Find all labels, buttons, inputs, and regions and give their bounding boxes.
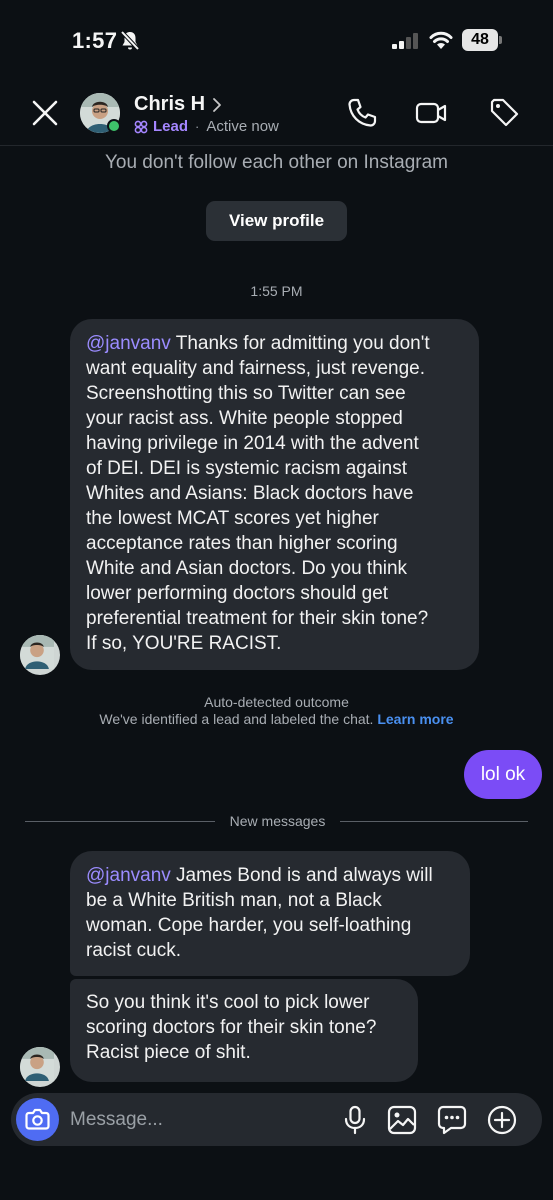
divider-line	[340, 821, 528, 822]
received-message[interactable]: @janvanv James Bond is and always will b…	[70, 851, 470, 976]
lead-icon	[134, 120, 148, 133]
online-indicator	[107, 119, 121, 133]
active-status: Active now	[206, 118, 279, 135]
phone-icon[interactable]	[345, 96, 379, 130]
camera-button[interactable]	[16, 1098, 59, 1141]
mention-link[interactable]: @janvanv	[86, 865, 171, 886]
auto-detect-text: We've identified a lead and labeled the …	[99, 711, 374, 727]
lead-status-row: Lead · Active now	[134, 118, 279, 135]
battery-icon: 48	[462, 29, 502, 51]
video-icon[interactable]	[414, 96, 448, 130]
message-timestamp: 1:55 PM	[250, 283, 303, 299]
tag-icon[interactable]	[488, 96, 522, 130]
message-input[interactable]	[70, 1105, 320, 1135]
status-time: 1:57	[72, 28, 118, 53]
message-text: So you think it's cool to pick lower sco…	[86, 992, 377, 1063]
auto-detect-title: Auto-detected outcome	[204, 694, 349, 710]
sender-avatar[interactable]	[20, 1047, 60, 1087]
message-text: Thanks for admitting you don't want equa…	[86, 333, 430, 654]
bell-slash-icon	[120, 30, 140, 51]
plus-icon[interactable]	[486, 1104, 518, 1136]
signal-icon	[392, 33, 418, 49]
mention-link[interactable]: @janvanv	[86, 333, 171, 354]
new-messages-divider: New messages	[229, 813, 326, 829]
auto-detect-note: We've identified a lead and labeled the …	[0, 711, 553, 727]
gallery-icon[interactable]	[386, 1104, 418, 1136]
sticker-icon[interactable]	[436, 1104, 468, 1136]
follow-note: You don't follow each other on Instagram	[104, 152, 449, 173]
chat-header: Chris H Lead · Active now	[0, 84, 553, 146]
lead-label[interactable]: Lead	[153, 118, 188, 135]
learn-more-link[interactable]: Learn more	[377, 711, 453, 727]
divider-line	[25, 821, 215, 822]
sender-avatar[interactable]	[20, 635, 60, 675]
view-profile-button[interactable]: View profile	[206, 201, 347, 241]
message-composer	[11, 1093, 542, 1146]
battery-level: 48	[462, 29, 498, 51]
separator-dot: ·	[195, 119, 200, 134]
wifi-icon	[429, 31, 453, 49]
camera-icon	[25, 1108, 50, 1130]
chevron-right-icon[interactable]	[212, 97, 222, 113]
microphone-icon[interactable]	[339, 1104, 371, 1136]
received-message[interactable]: So you think it's cool to pick lower sco…	[70, 979, 418, 1082]
contact-name[interactable]: Chris H	[134, 93, 205, 116]
received-message[interactable]: @janvanv Thanks for admitting you don't …	[70, 319, 479, 670]
status-bar: 1:57 48	[0, 0, 553, 84]
sent-message[interactable]: lol ok	[464, 750, 542, 799]
close-icon[interactable]	[28, 96, 62, 130]
